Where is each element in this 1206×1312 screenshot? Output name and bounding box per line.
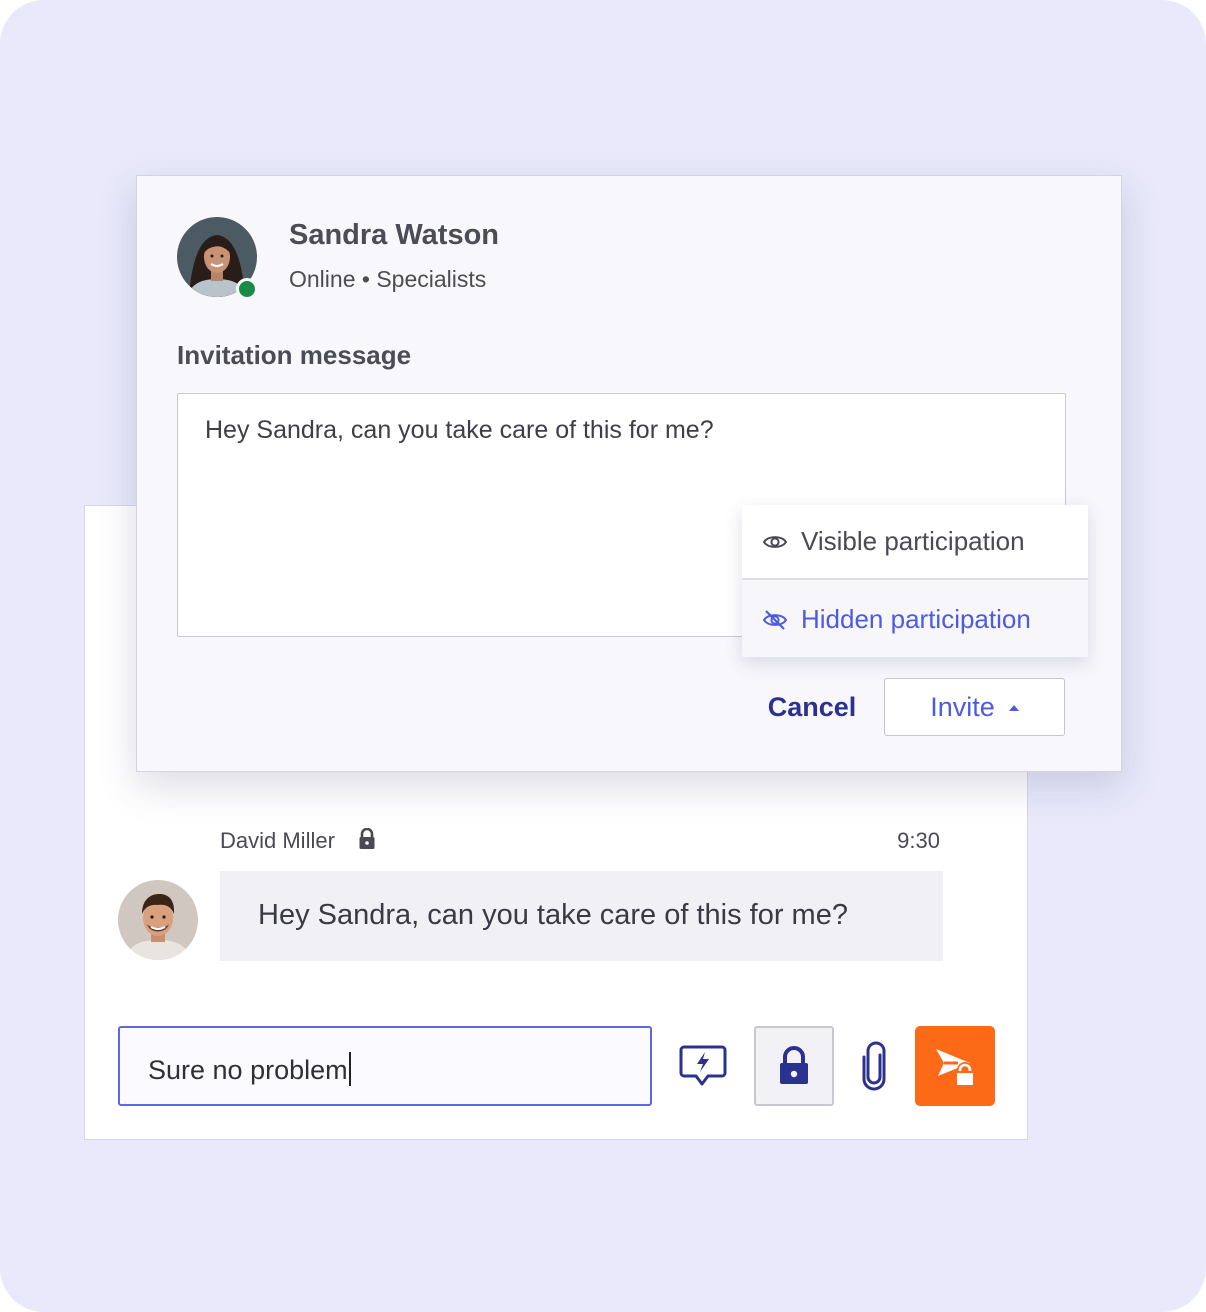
contact-name: Sandra Watson <box>289 219 500 251</box>
david-avatar <box>118 880 198 960</box>
menu-item-visible-participation[interactable]: Visible participation <box>742 505 1088 580</box>
message-author: David Miller <box>220 828 335 853</box>
quick-reply-icon <box>679 1045 727 1086</box>
eye-slash-icon <box>762 609 788 630</box>
lock-icon <box>780 1046 808 1084</box>
online-status-dot <box>236 278 258 300</box>
message-meta: David Miller 9:30 <box>220 828 940 854</box>
participation-menu: Visible participation Hidden participati… <box>742 505 1088 657</box>
contact-status: Online • Specialists <box>289 266 487 292</box>
menu-item-label: Visible participation <box>801 526 1025 556</box>
cancel-button[interactable]: Cancel <box>756 678 868 736</box>
text-caret <box>348 1052 351 1086</box>
menu-item-hidden-participation[interactable]: Hidden participation <box>742 582 1088 657</box>
message-time: 9:30 <box>897 828 940 853</box>
message-bubble: Hey Sandra, can you take care of this fo… <box>220 871 943 961</box>
send-private-icon <box>936 1049 975 1087</box>
reply-input-value: Sure no problem <box>148 1055 348 1085</box>
private-toggle-button[interactable] <box>754 1026 834 1106</box>
attach-button[interactable] <box>834 1026 914 1106</box>
invite-button-label: Invite <box>930 691 995 722</box>
lock-icon <box>359 828 375 849</box>
paperclip-icon <box>862 1041 886 1091</box>
menu-item-label: Hidden participation <box>801 604 1031 634</box>
send-private-button[interactable] <box>915 1026 995 1106</box>
invitation-message-label: Invitation message <box>177 340 412 370</box>
quick-reply-button[interactable] <box>663 1026 743 1106</box>
reply-input[interactable]: Sure no problem <box>118 1026 652 1106</box>
eye-icon <box>762 535 788 548</box>
invite-button[interactable]: Invite <box>884 678 1065 736</box>
caret-up-icon <box>1008 705 1019 711</box>
